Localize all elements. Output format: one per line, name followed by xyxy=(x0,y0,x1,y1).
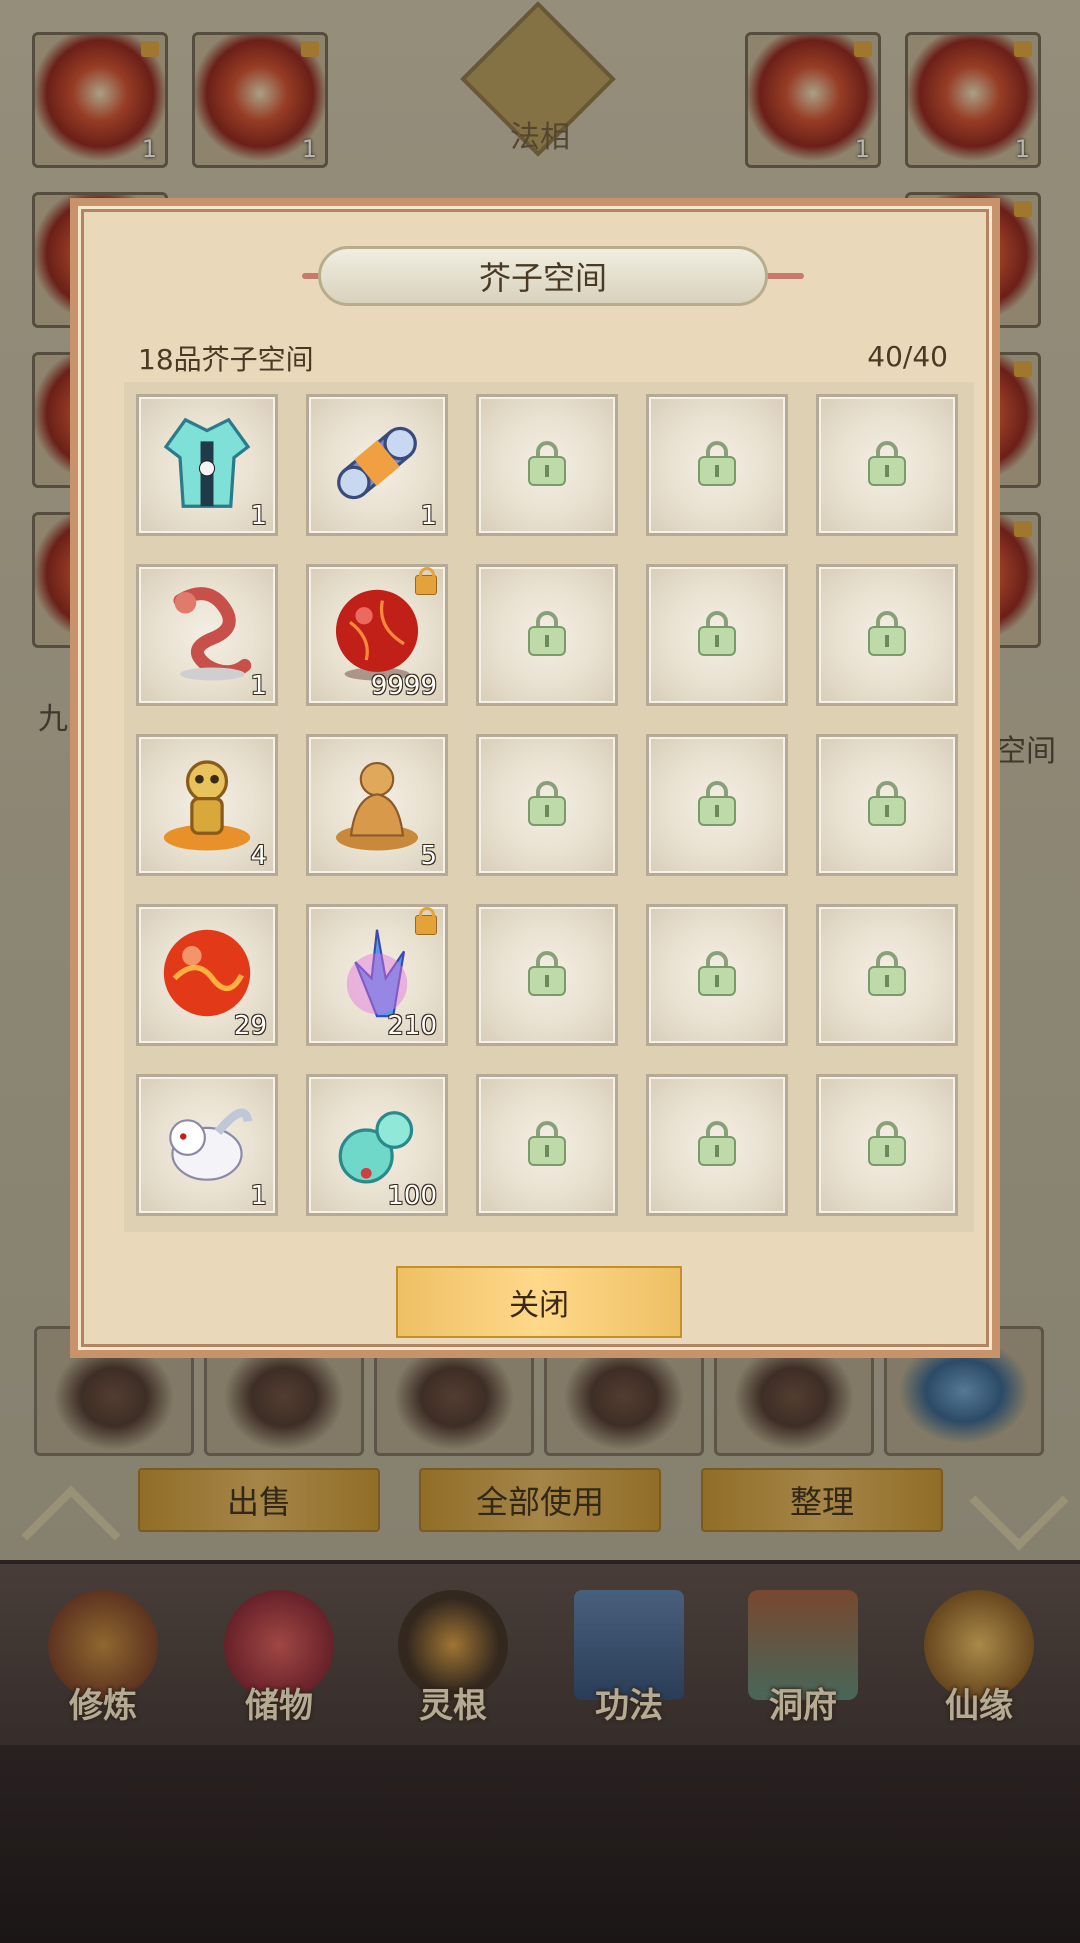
empty-locked-slot-icon xyxy=(696,1121,738,1169)
locked-slot[interactable] xyxy=(816,904,958,1046)
locked-slot[interactable] xyxy=(816,1074,958,1216)
empty-locked-slot-icon xyxy=(866,611,908,659)
empty-locked-slot-icon xyxy=(526,781,568,829)
item-slot[interactable]: 1 xyxy=(136,564,278,706)
space-grade-label: 18品芥子空间 xyxy=(138,343,314,376)
locked-slot[interactable] xyxy=(646,1074,788,1216)
capacity-counter: 40/40 xyxy=(867,340,948,373)
locked-slot[interactable] xyxy=(476,904,618,1046)
locked-slot[interactable] xyxy=(816,564,958,706)
golden-skeleton-icon xyxy=(153,749,261,857)
empty-locked-slot-icon xyxy=(526,441,568,489)
item-slot[interactable]: 4 xyxy=(136,734,278,876)
empty-locked-slot-icon xyxy=(696,781,738,829)
locked-slot[interactable] xyxy=(476,564,618,706)
empty-locked-slot-icon xyxy=(866,951,908,999)
locked-slot[interactable] xyxy=(646,734,788,876)
item-quantity: 210 xyxy=(387,1011,437,1041)
locked-slot[interactable] xyxy=(476,734,618,876)
item-slot[interactable]: 5 xyxy=(306,734,448,876)
empty-locked-slot-icon xyxy=(866,1121,908,1169)
scroll-icon xyxy=(323,409,431,517)
mustard-seed-space-dialog: 芥子空间 18品芥子空间 40/40 1 1 1 9999 4 5 29 210 1 100 关闭 xyxy=(70,198,1000,1358)
bound-lock-icon xyxy=(415,567,437,595)
locked-slot[interactable] xyxy=(816,394,958,536)
locked-slot[interactable] xyxy=(646,394,788,536)
empty-locked-slot-icon xyxy=(696,951,738,999)
bound-lock-icon xyxy=(415,907,437,935)
item-slot[interactable]: 100 xyxy=(306,1074,448,1216)
item-slot[interactable]: 210 xyxy=(306,904,448,1046)
jade-robe-icon xyxy=(153,409,261,517)
item-slot[interactable]: 29 xyxy=(136,904,278,1046)
empty-locked-slot-icon xyxy=(696,441,738,489)
empty-locked-slot-icon xyxy=(696,611,738,659)
item-quantity: 1 xyxy=(420,501,437,531)
item-quantity: 1 xyxy=(250,671,267,701)
item-quantity: 5 xyxy=(420,841,437,871)
locked-slot[interactable] xyxy=(646,904,788,1046)
item-quantity: 29 xyxy=(233,1011,267,1041)
item-slot[interactable]: 9999 xyxy=(306,564,448,706)
dragon-figure-icon xyxy=(153,579,261,687)
item-quantity: 1 xyxy=(250,1181,267,1211)
golden-buddha-icon xyxy=(323,749,431,857)
empty-locked-slot-icon xyxy=(526,951,568,999)
close-button[interactable]: 关闭 xyxy=(396,1266,682,1338)
item-quantity: 1 xyxy=(250,501,267,531)
empty-locked-slot-icon xyxy=(526,611,568,659)
item-quantity: 4 xyxy=(250,841,267,871)
item-slot[interactable]: 1 xyxy=(306,394,448,536)
locked-slot[interactable] xyxy=(646,564,788,706)
item-quantity: 9999 xyxy=(370,671,437,701)
item-slot[interactable]: 1 xyxy=(136,394,278,536)
dialog-title: 芥子空间 xyxy=(318,246,768,306)
empty-locked-slot-icon xyxy=(866,441,908,489)
empty-locked-slot-icon xyxy=(866,781,908,829)
white-beast-icon xyxy=(153,1089,261,1197)
item-quantity: 100 xyxy=(387,1181,437,1211)
item-slot[interactable]: 1 xyxy=(136,1074,278,1216)
locked-slot[interactable] xyxy=(816,734,958,876)
item-grid: 1 1 1 9999 4 5 29 210 1 100 xyxy=(124,382,974,1232)
locked-slot[interactable] xyxy=(476,1074,618,1216)
empty-locked-slot-icon xyxy=(526,1121,568,1169)
locked-slot[interactable] xyxy=(476,394,618,536)
